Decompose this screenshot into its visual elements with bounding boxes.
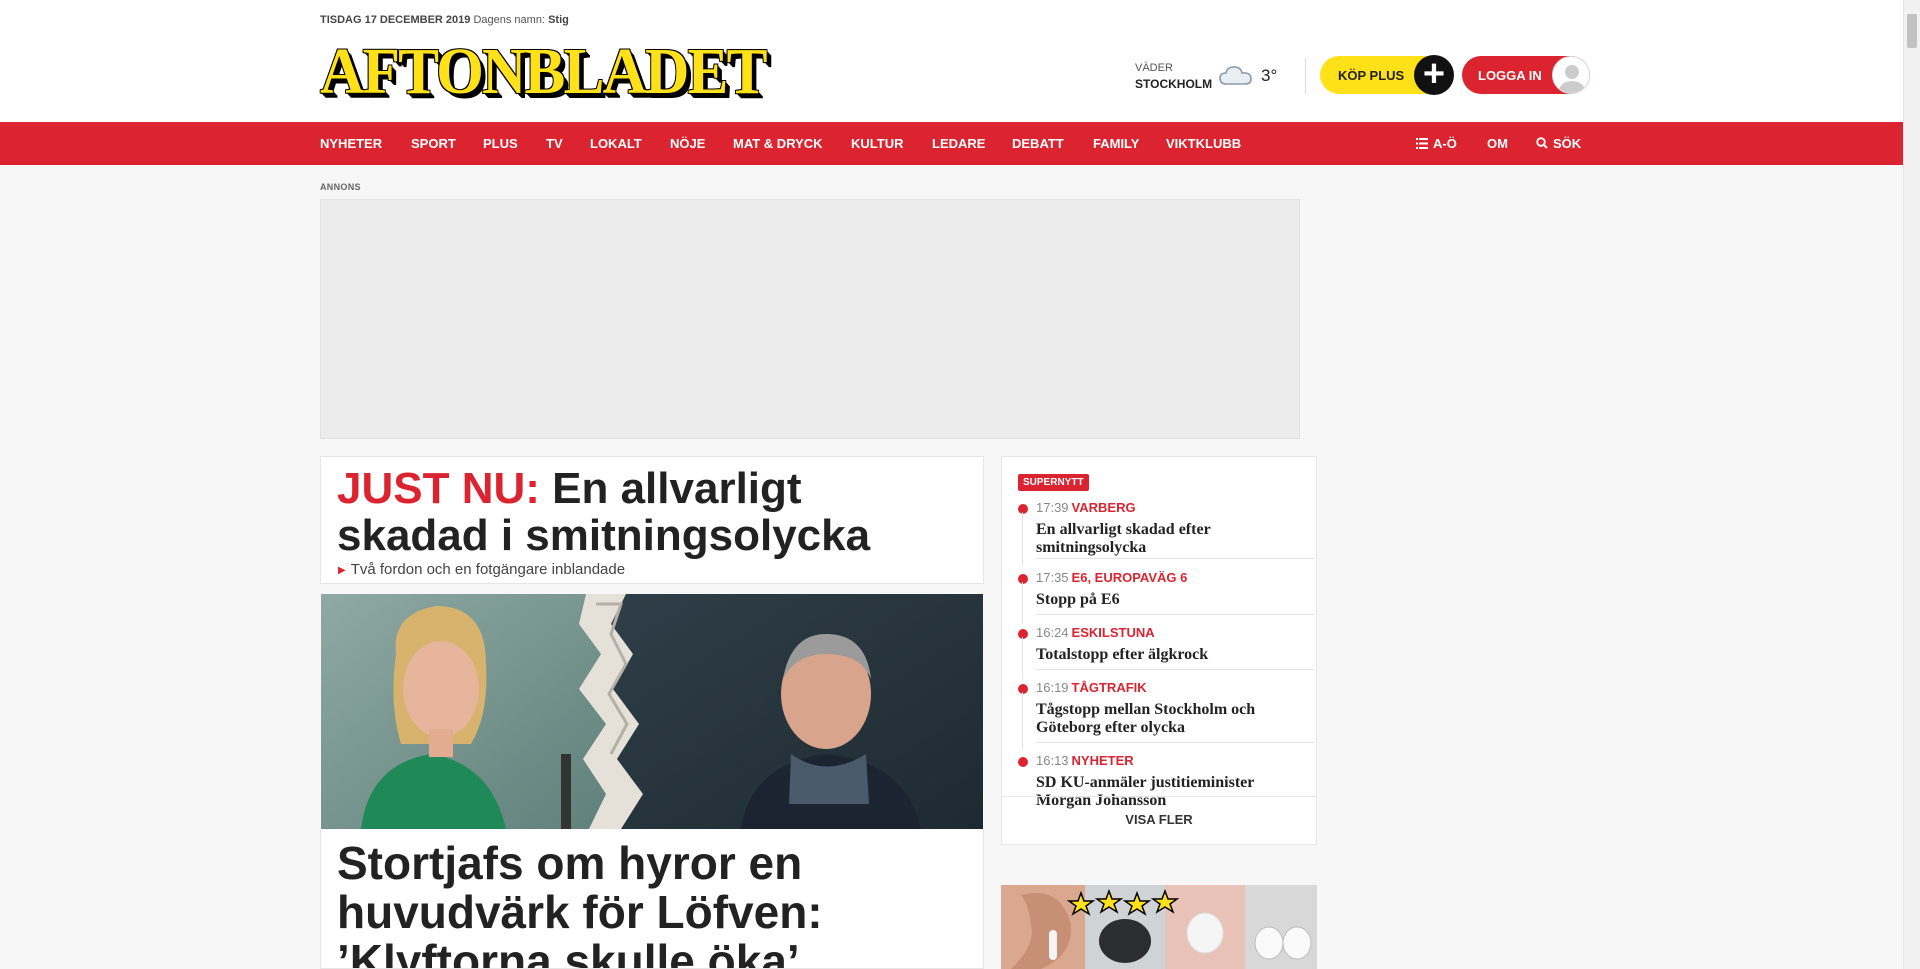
triangle-right-icon: ▶ <box>338 565 346 576</box>
buy-plus-label: KÖP PLUS <box>1338 68 1405 83</box>
news-category: ESKILSTUNA <box>1071 625 1155 640</box>
live-dot-icon <box>1018 757 1028 767</box>
news-title[interactable]: Totalstopp efter älgkrock <box>1036 646 1298 664</box>
nav-item-mat-dryck[interactable]: MAT & DRYCK <box>733 122 823 165</box>
nav-item-family[interactable]: FAMILY <box>1093 122 1139 165</box>
scrollbar-thumb[interactable] <box>1907 14 1917 48</box>
news-title[interactable]: Stopp på E6 <box>1036 591 1298 609</box>
nav-item-plus[interactable]: PLUS <box>483 122 518 165</box>
lead-story-kicker: JUST NU: <box>337 464 540 513</box>
cloud-icon <box>1218 64 1254 91</box>
weather-temperature: 3° <box>1261 66 1278 85</box>
live-dot-icon <box>1018 684 1028 694</box>
site-logo[interactable]: AFTONBLADET <box>320 36 768 108</box>
news-title[interactable]: Tågstopp mellan Stockholm och Göteborg e… <box>1036 701 1298 737</box>
dateline: TISDAG 17 DECEMBER 2019 Dagens namn: Sti… <box>320 14 569 26</box>
buy-plus-button[interactable]: KÖP PLUS + <box>1320 55 1454 95</box>
live-dot-icon <box>1018 574 1028 584</box>
site-header: TISDAG 17 DECEMBER 2019 Dagens namn: Sti… <box>0 0 1903 122</box>
nav-item-noje[interactable]: NÖJE <box>670 122 705 165</box>
login-label: LOGGA IN <box>1478 68 1542 83</box>
news-category: VARBERG <box>1071 500 1136 515</box>
lead-story-card[interactable]: JUST NU: En allvarligt skadad i smitning… <box>320 456 984 584</box>
news-category: NYHETER <box>1071 753 1134 768</box>
news-divider <box>1036 614 1314 615</box>
nav-az-button[interactable]: A-Ö <box>1416 122 1457 165</box>
list-icon <box>1416 123 1428 166</box>
live-dot-icon <box>1018 504 1028 514</box>
supernytt-panel: SUPERNYTT 17:39 VARBERG En allvarligt ska… <box>1001 456 1317 845</box>
news-time: 16:13 <box>1036 753 1069 768</box>
namesday-label: Dagens namn: <box>473 14 545 26</box>
nav-item-tv[interactable]: TV <box>546 122 563 165</box>
main-story-headline[interactable]: Stortjafs om hyror en huvudvärk för Löfv… <box>337 839 977 969</box>
main-story-card[interactable]: Stortjafs om hyror en huvudvärk för Löfv… <box>320 829 984 969</box>
current-date: TISDAG 17 DECEMBER 2019 <box>320 14 471 26</box>
timeline-line <box>1022 637 1023 679</box>
news-divider <box>1036 669 1314 670</box>
news-title[interactable]: En allvarligt skadad efter smitningsolyc… <box>1036 521 1298 557</box>
weather-label: VÄDER <box>1135 62 1173 74</box>
nav-item-kultur[interactable]: KULTUR <box>851 122 903 165</box>
show-more-button[interactable]: VISA FLER <box>1002 796 1316 844</box>
live-dot-icon <box>1018 629 1028 639</box>
news-time: 16:24 <box>1036 625 1069 640</box>
login-button[interactable]: LOGGA IN <box>1462 56 1590 94</box>
weather-city: STOCKHOLM <box>1135 77 1213 91</box>
header-divider <box>1305 58 1306 94</box>
lead-story-subline[interactable]: ▶ Två fordon och en fotgängare inblandade <box>338 561 625 578</box>
timeline-line <box>1022 692 1023 750</box>
lead-story-subline-text: Två fordon och en fotgängare inblandade <box>350 561 626 578</box>
nav-item-sport[interactable]: SPORT <box>411 122 456 165</box>
nav-search-label: SÖK <box>1553 136 1582 151</box>
promo-image[interactable] <box>1001 885 1317 969</box>
nav-item-debatt[interactable]: DEBATT <box>1012 122 1064 165</box>
supernytt-badge: SUPERNYTT <box>1018 474 1089 491</box>
lead-story-headline[interactable]: JUST NU: En allvarligt skadad i smitning… <box>337 465 957 559</box>
news-category: TÅGTRAFIK <box>1071 680 1147 695</box>
weather-widget[interactable]: VÄDER STOCKHOLM <box>1135 62 1212 91</box>
news-time: 16:19 <box>1036 680 1069 695</box>
news-divider <box>1036 742 1314 743</box>
plus-icon: + <box>1414 55 1454 95</box>
news-divider <box>1036 558 1314 559</box>
main-story-image[interactable] <box>321 594 983 829</box>
search-icon <box>1536 123 1548 166</box>
nav-om-link[interactable]: OM <box>1487 122 1508 165</box>
ad-label: ANNONS <box>320 182 361 192</box>
timeline-line <box>1022 582 1023 624</box>
nav-item-ledare[interactable]: LEDARE <box>932 122 985 165</box>
news-time: 17:39 <box>1036 500 1069 515</box>
news-category: E6, EUROPAVÄG 6 <box>1071 570 1188 585</box>
timeline-line <box>1022 512 1023 566</box>
main-navigation: NYHETER SPORT PLUS TV LOKALT NÖJE MAT & … <box>0 122 1903 165</box>
nav-item-lokalt[interactable]: LOKALT <box>590 122 642 165</box>
ad-slot[interactable] <box>320 199 1300 439</box>
namesday-name: Stig <box>548 14 569 26</box>
user-avatar-icon <box>1552 56 1590 94</box>
page-scrollbar[interactable] <box>1903 0 1920 969</box>
nav-search-button[interactable]: SÖK <box>1536 122 1581 165</box>
nav-item-nyheter[interactable]: NYHETER <box>320 122 382 165</box>
news-time: 17:35 <box>1036 570 1069 585</box>
nav-item-viktklubb[interactable]: VIKTKLUBB <box>1166 122 1241 165</box>
nav-az-label: A-Ö <box>1433 136 1457 151</box>
